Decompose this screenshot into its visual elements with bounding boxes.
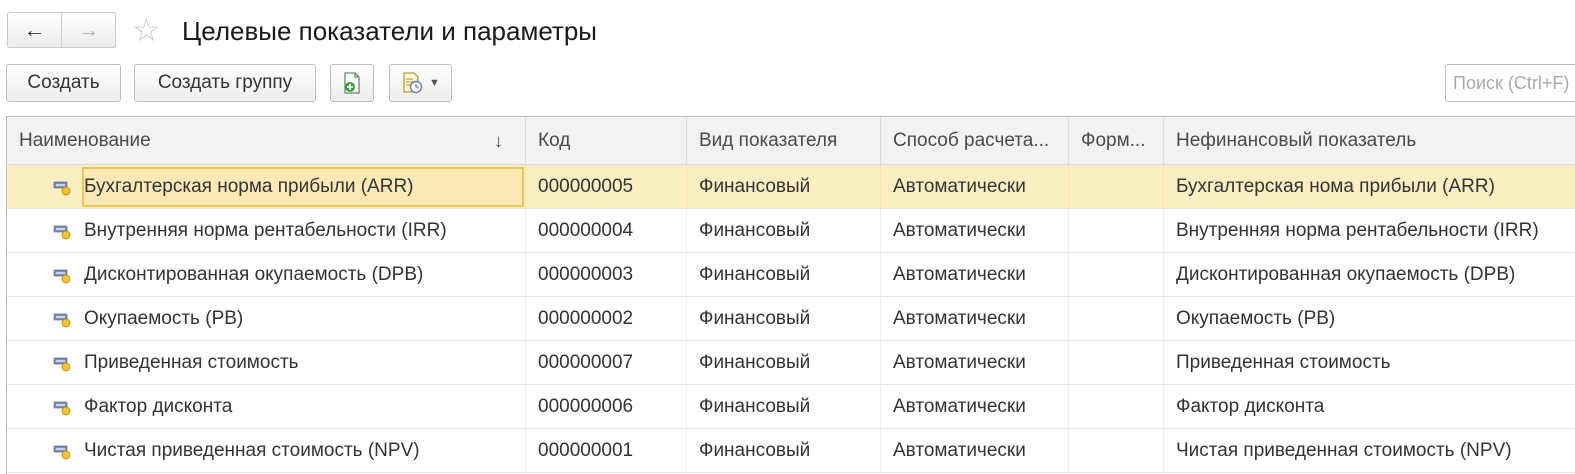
cell-formula [1069, 341, 1164, 385]
cell-formula [1069, 297, 1164, 341]
cell-formula [1069, 253, 1164, 297]
arrow-left-icon: ← [23, 17, 46, 42]
navigation-buttons: ← → [7, 12, 116, 48]
column-header-code[interactable]: Код [526, 117, 687, 165]
cell-method: Автоматически [881, 385, 1069, 429]
cell-name: Дисконтированная окупаемость (DPB) [7, 253, 526, 297]
cell-name: Чистая приведенная стоимость (NPV) [7, 429, 526, 473]
cell-name: Внутренняя норма рентабельности (IRR) [7, 209, 526, 253]
indicators-table: Наименование ↓ Код Вид показателя Способ… [6, 116, 1575, 474]
document-clock-icon [403, 72, 423, 94]
cell-nonfinancial: Дисконтированная окупаемость (DPB) [1176, 264, 1516, 285]
table-header: Наименование ↓ Код Вид показателя Способ… [7, 117, 1575, 165]
cell-code: 000000006 [526, 385, 687, 429]
cell-nonfinancial: Внутренняя норма рентабельности (IRR) [1176, 220, 1539, 241]
cell-code: 000000002 [526, 297, 687, 341]
cell-method: Автоматически [881, 341, 1069, 385]
cell-name: Бухгалтерская норма прибыли (ARR) [7, 165, 526, 209]
column-header-method[interactable]: Способ расчета... [881, 117, 1069, 165]
table-row[interactable]: Внутренняя норма рентабельности (IRR) 000… [7, 209, 1575, 253]
cell-formula [1069, 385, 1164, 429]
table-row[interactable]: Чистая приведенная стоимость (NPV) 000000… [7, 429, 1575, 473]
cell-nonfinancial: Чистая приведенная стоимость (NPV) [1176, 440, 1512, 461]
column-header-name[interactable]: Наименование ↓ [7, 117, 526, 165]
table-row[interactable]: Бухгалтерская норма прибыли (ARR) 0000000… [7, 165, 1575, 209]
cell-nonfinancial: Бухгалтерская нома прибыли (ARR) [1176, 176, 1495, 197]
cell-kind: Финансовый [687, 253, 881, 297]
column-header-nonfinancial[interactable]: Нефинансовый показатель [1164, 117, 1575, 165]
column-header-formula[interactable]: Форм... [1069, 117, 1164, 165]
page-title: Целевые показатели и параметры [182, 16, 597, 46]
title-bar: ← → ☆ Целевые показатели и параметры [0, 0, 1575, 62]
report-dropdown-button[interactable]: ▼ [389, 64, 452, 102]
cell-name: Приведенная стоимость [7, 341, 526, 385]
cell-formula [1069, 165, 1164, 209]
table-row[interactable]: Дисконтированная окупаемость (DPB) 000000… [7, 253, 1575, 297]
cell-kind: Финансовый [687, 297, 881, 341]
cell-method: Автоматически [881, 209, 1069, 253]
cell-kind: Финансовый [687, 341, 881, 385]
cell-formula [1069, 429, 1164, 473]
cell-kind: Финансовый [687, 209, 881, 253]
cell-code: 000000003 [526, 253, 687, 297]
star-icon[interactable]: ☆ [132, 10, 161, 50]
cell-name: Фактор дисконта [7, 385, 526, 429]
document-add-icon [344, 72, 360, 94]
create-button[interactable]: Создать [6, 64, 121, 102]
cell-kind: Финансовый [687, 429, 881, 473]
table-row[interactable]: Окупаемость (PB) 000000002 Финансовый Автом… [7, 297, 1575, 341]
table-row[interactable]: Приведенная стоимость 000000007 Финансовый… [7, 341, 1575, 385]
cell-method: Автоматически [881, 429, 1069, 473]
create-group-button[interactable]: Создать группу [134, 64, 316, 102]
back-button[interactable]: ← [8, 13, 61, 47]
cell-kind: Финансовый [687, 385, 881, 429]
cell-formula [1069, 209, 1164, 253]
cell-method: Автоматически [881, 165, 1069, 209]
cell-code: 000000004 [526, 209, 687, 253]
cell-name: Окупаемость (PB) [7, 297, 526, 341]
copy-button[interactable] [330, 64, 374, 102]
search-input[interactable]: Поиск (Ctrl+F) [1445, 64, 1575, 102]
cell-code: 000000007 [526, 341, 687, 385]
cell-nonfinancial: Приведенная стоимость [1176, 352, 1391, 373]
cell-code: 000000005 [526, 165, 687, 209]
cell-method: Автоматически [881, 297, 1069, 341]
sort-down-arrow-icon: ↓ [494, 130, 503, 151]
table-row[interactable]: Фактор дисконта 000000006 Финансовый Автома… [7, 385, 1575, 429]
command-bar: Создать Создать группу ▼ Поиск (Ctrl+F) [0, 62, 1575, 112]
cell-nonfinancial: Окупаемость (PB) [1176, 308, 1336, 329]
arrow-right-icon: → [77, 17, 100, 42]
cell-nonfinancial: Фактор дисконта [1176, 396, 1325, 417]
cell-method: Автоматически [881, 253, 1069, 297]
column-header-kind[interactable]: Вид показателя [687, 117, 881, 165]
cell-kind: Финансовый [687, 165, 881, 209]
forward-button[interactable]: → [61, 13, 115, 47]
chevron-down-icon: ▼ [429, 77, 440, 89]
cell-code: 000000001 [526, 429, 687, 473]
